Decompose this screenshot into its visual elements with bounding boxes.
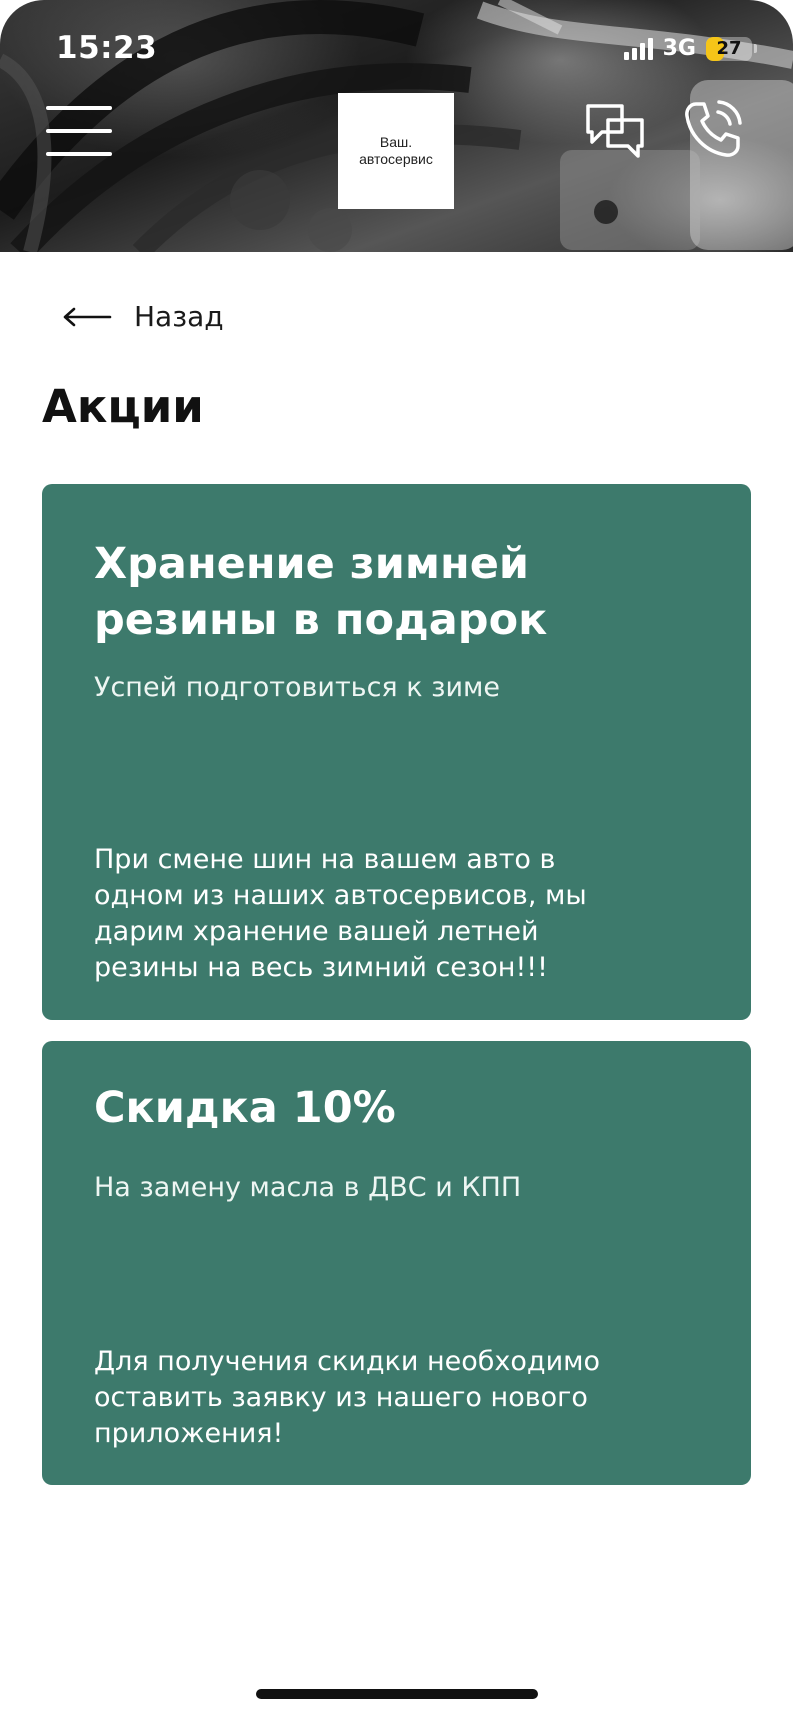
status-time: 15:23 (56, 30, 158, 66)
status-indicators: 3G 27 (623, 36, 757, 61)
promo-title-line: резины в подарок (94, 595, 548, 645)
battery-percent: 27 (716, 37, 742, 59)
promo-title: Хранение зимней резины в подарок (94, 536, 711, 648)
promo-card[interactable]: Скидка 10% На замену масла в ДВС и КПП Д… (42, 1041, 751, 1485)
battery-cap (754, 44, 757, 53)
promo-title-line: Скидка 10% (94, 1083, 396, 1133)
logo-line-2: автосервис (359, 151, 433, 167)
cellular-signal-icon (623, 37, 653, 60)
header-hero-image: 15:23 3G 27 Ваш. автосервис (0, 0, 793, 252)
promo-description: Для получения скидки необходимо оставить… (94, 1344, 711, 1452)
back-label: Назад (134, 300, 224, 333)
promo-subtitle: На замену масла в ДВС и КПП (94, 1172, 522, 1203)
network-type: 3G (662, 36, 696, 61)
arrow-left-icon (63, 307, 112, 326)
promo-description-line: дарим хранение вашей летней (94, 916, 539, 947)
promo-title-line: Хранение зимней (94, 539, 530, 589)
page-title: Акции (42, 380, 204, 433)
brand-logo[interactable]: Ваш. автосервис (338, 93, 454, 209)
promo-card[interactable]: Хранение зимней резины в подарок Успей п… (42, 484, 751, 1020)
promo-description-line: оставить заявку из нашего нового (94, 1382, 588, 1413)
hamburger-menu-icon[interactable] (46, 106, 112, 156)
promo-description-line: резины на весь зимний сезон!!! (94, 952, 548, 983)
promo-description-line: одном из наших автосервисов, мы (94, 880, 587, 911)
promo-subtitle: Успей подготовиться к зиме (94, 672, 501, 703)
home-indicator[interactable] (256, 1689, 538, 1699)
battery-icon: 27 (706, 36, 752, 61)
promo-description-line: Для получения скидки необходимо (94, 1346, 601, 1377)
back-button[interactable]: Назад (62, 300, 224, 333)
promo-description-line: приложения! (94, 1418, 284, 1449)
promo-description: При смене шин на вашем авто в одном из н… (94, 842, 711, 986)
promo-description-line: При смене шин на вашем авто в (94, 844, 556, 875)
promo-title: Скидка 10% (94, 1080, 711, 1136)
chat-bubbles-icon[interactable] (584, 102, 646, 160)
logo-line-1: Ваш. (379, 134, 413, 150)
phone-call-icon[interactable] (682, 98, 744, 160)
